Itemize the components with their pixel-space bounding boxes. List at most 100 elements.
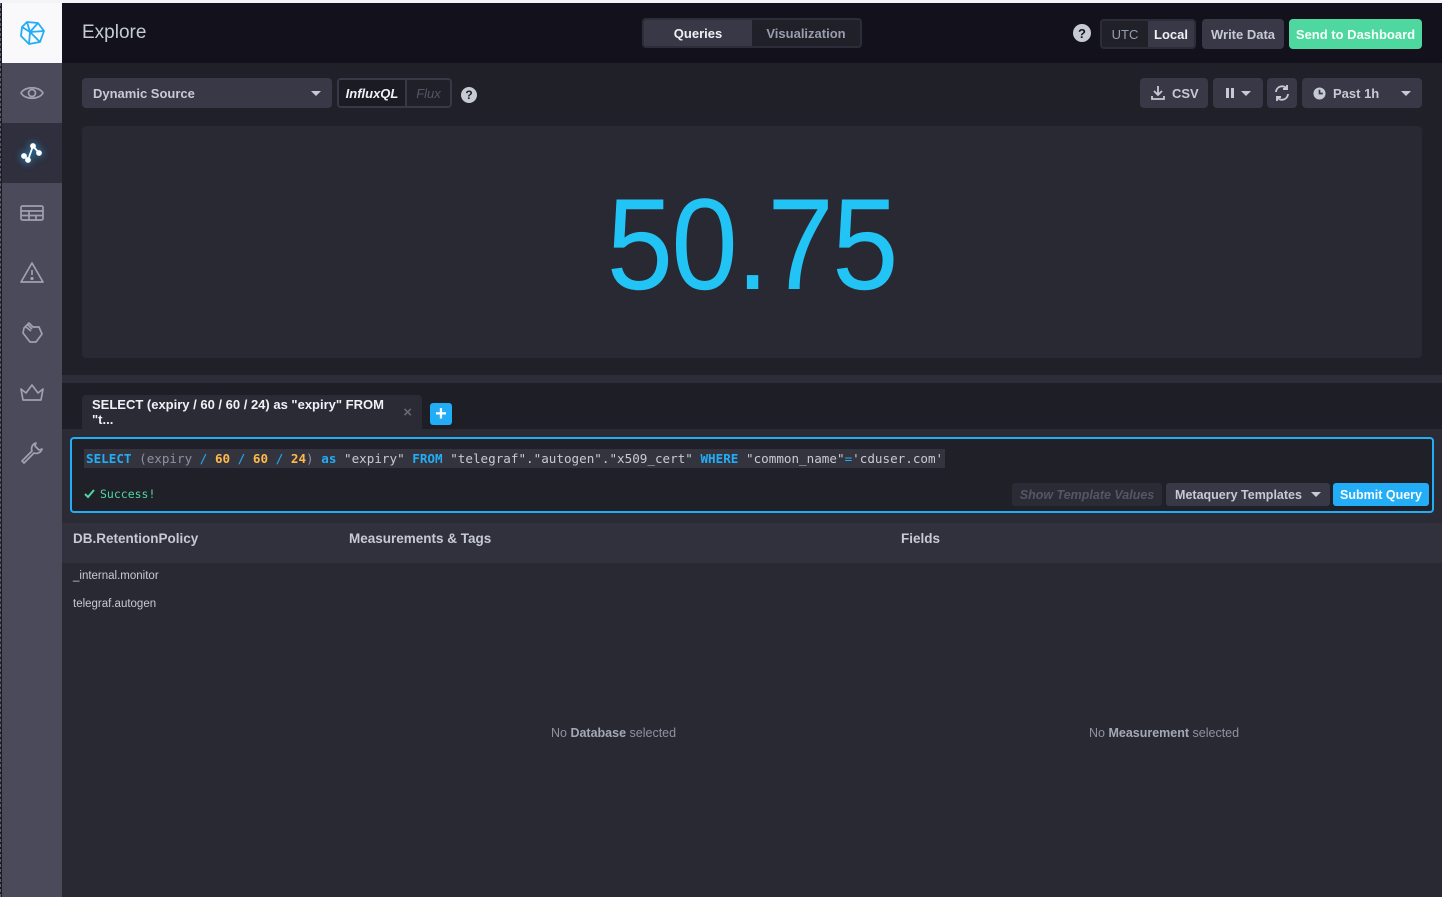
sidebar-item-dashboards[interactable]: [2, 183, 62, 243]
sidebar-item-configuration[interactable]: [2, 423, 62, 483]
sidebar-item-log-viewer[interactable]: [2, 303, 62, 363]
db-list-item[interactable]: _internal.monitor: [73, 570, 159, 582]
caret-down-icon: [1310, 492, 1321, 497]
tab-visualization[interactable]: Visualization: [752, 20, 860, 46]
query-editor[interactable]: SELECT (expiry / 60 / 60 / 24) as "expir…: [70, 437, 1434, 513]
caret-down-icon: [1241, 90, 1251, 96]
checkmark-icon: [84, 489, 95, 499]
eye-icon: [20, 86, 44, 100]
token: /: [275, 451, 284, 466]
timezone-local[interactable]: Local: [1148, 21, 1194, 47]
clock-icon: [1313, 86, 1326, 100]
token: ): [306, 451, 314, 466]
caret-down-icon: [1401, 90, 1411, 96]
token: /: [237, 451, 246, 466]
chronograf-logo-icon: [20, 21, 45, 45]
close-icon[interactable]: ×: [403, 404, 412, 421]
resize-handle[interactable]: [62, 375, 1442, 383]
query-tab[interactable]: SELECT (expiry / 60 / 60 / 24) as "expir…: [82, 395, 422, 429]
timezone-utc[interactable]: UTC: [1102, 21, 1148, 47]
refresh-icon: [1275, 85, 1289, 101]
db-list-item[interactable]: telegraf.autogen: [73, 598, 156, 610]
token: .: [526, 451, 534, 466]
pause-icon: [1226, 88, 1234, 98]
source-dropdown[interactable]: Dynamic Source: [82, 78, 332, 108]
sidebar-item-admin[interactable]: [2, 363, 62, 423]
kw-select: SELECT: [86, 451, 132, 466]
language-influxql[interactable]: InfluxQL: [339, 80, 407, 106]
help-icon[interactable]: ?: [461, 87, 477, 103]
single-stat-value: 50.75: [606, 171, 899, 317]
token: /: [199, 451, 208, 466]
sidebar-item-host-list[interactable]: [2, 63, 62, 123]
kw-where: WHERE: [700, 451, 739, 466]
log-scroll-icon: [22, 322, 43, 343]
caret-down-icon: [311, 90, 321, 96]
submit-query-button[interactable]: Submit Query: [1333, 483, 1429, 506]
measurements-empty-state: No Database selected: [551, 726, 676, 740]
view-tabs: Queries Visualization: [642, 18, 862, 48]
sidebar-item-data-explorer[interactable]: [2, 123, 62, 183]
visualization-panel: Dynamic Source InfluxQL Flux ? CSV Past …: [62, 63, 1442, 375]
language-flux[interactable]: Flux: [407, 80, 450, 106]
empty-text-bold: Database: [570, 726, 627, 740]
chronograf-logo[interactable]: [2, 3, 62, 63]
token: "autogen": [533, 451, 602, 466]
time-range-dropdown[interactable]: Past 1h: [1302, 78, 1422, 108]
empty-text-bold: Measurement: [1108, 726, 1190, 740]
wrench-icon: [21, 442, 43, 464]
token: "expiry": [344, 451, 405, 466]
schema-explorer: DB.RetentionPolicy Measurements & Tags F…: [62, 523, 1442, 897]
status-text: Success!: [100, 487, 156, 501]
query-status: Success!: [84, 487, 155, 501]
token: (: [139, 451, 147, 466]
single-stat-graph: 50.75: [82, 126, 1422, 358]
source-dropdown-label: Dynamic Source: [93, 85, 195, 101]
token: "telegraf": [450, 451, 527, 466]
tab-queries[interactable]: Queries: [644, 20, 752, 46]
token: expiry: [146, 451, 193, 466]
token: "x509_cert": [609, 451, 693, 466]
query-builder: SELECT (expiry / 60 / 60 / 24) as "expir…: [62, 383, 1442, 897]
crown-icon: [20, 384, 44, 401]
empty-text: selected: [1189, 726, 1240, 740]
timezone-toggle: UTC Local: [1100, 19, 1196, 49]
dashboard-grid-icon: [20, 205, 44, 221]
empty-text: No: [1089, 726, 1109, 740]
token: 60: [252, 451, 269, 466]
graph-line-icon: [21, 143, 42, 163]
download-csv-button[interactable]: CSV: [1140, 78, 1208, 108]
query-language-toggle: InfluxQL Flux: [337, 78, 452, 108]
send-to-dashboard-button[interactable]: Send to Dashboard: [1289, 19, 1422, 49]
schema-header: DB.RetentionPolicy Measurements & Tags F…: [62, 523, 1442, 563]
fields-empty-state: No Measurement selected: [1089, 726, 1239, 740]
write-data-button[interactable]: Write Data: [1202, 19, 1284, 49]
download-icon: [1151, 86, 1165, 100]
app-window: Explore Queries Visualization ? UTC Loca…: [0, 3, 1442, 897]
autorefresh-dropdown[interactable]: [1213, 78, 1263, 108]
empty-text: selected: [626, 726, 677, 740]
metaquery-templates-label: Metaquery Templates: [1175, 487, 1302, 502]
page-header: Explore Queries Visualization ? UTC Loca…: [62, 3, 1442, 63]
query-editor-container: SELECT (expiry / 60 / 60 / 24) as "expir…: [62, 429, 1442, 523]
token: 60: [214, 451, 231, 466]
token: 24: [290, 451, 307, 466]
sidebar-item-alerting[interactable]: [2, 243, 62, 303]
metaquery-templates-dropdown[interactable]: Metaquery Templates: [1166, 483, 1330, 506]
page-title: Explore: [82, 22, 147, 43]
show-template-values-button[interactable]: Show Template Values: [1012, 483, 1162, 506]
alert-triangle-icon: [20, 262, 44, 283]
column-title-measurements: Measurements & Tags: [349, 531, 492, 546]
help-icon[interactable]: ?: [1073, 24, 1091, 42]
token: 'cduser.com': [852, 451, 944, 466]
csv-label: CSV: [1172, 85, 1199, 101]
column-title-fields: Fields: [901, 531, 941, 546]
time-range-label: Past 1h: [1333, 85, 1380, 101]
add-query-button[interactable]: +: [430, 403, 452, 425]
token: "common_name": [745, 451, 845, 466]
kw-from: FROM: [412, 451, 443, 466]
kw-as: as: [321, 451, 337, 466]
query-text[interactable]: SELECT (expiry / 60 / 60 / 24) as "expir…: [84, 449, 946, 468]
refresh-button[interactable]: [1267, 78, 1297, 108]
sidebar-nav: [2, 3, 62, 897]
